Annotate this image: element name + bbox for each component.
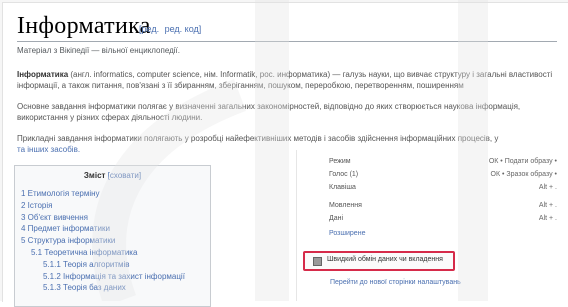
paragraph-3-line-1: Прикладні завдання інформатики полягають… <box>17 134 499 143</box>
toc-item[interactable]: 4 Предмет інформатики <box>21 223 185 235</box>
checkbox[interactable] <box>313 257 322 266</box>
paragraph-1-line-2: інформації, а також питання, пов'язані з… <box>17 81 464 90</box>
paragraph-2-line-2: використання у різних сферах діяльності … <box>17 113 203 122</box>
toc-title: Зміст [сховати] <box>15 171 210 180</box>
paragraph-3-line-2[interactable]: та інших засобів. <box>17 144 80 155</box>
term-bold: Інформатика <box>17 70 69 79</box>
toc-item[interactable]: 5.1.1 Теорія алгоритмів <box>21 259 185 271</box>
paragraph-text: (англ. informatics, computer science, ні… <box>68 70 553 79</box>
toc-item[interactable]: 5.1 Теоретична інформатика <box>21 247 185 259</box>
settings-value[interactable]: ОК • Зразок образу • <box>457 171 557 178</box>
toc-item[interactable]: 5.1.2 Інформація та захист інформації <box>21 271 185 283</box>
settings-value[interactable]: Alt + . <box>457 202 557 209</box>
settings-key: Режим <box>329 158 351 165</box>
title-row: Інформатика [ред. ред. код] <box>17 11 557 42</box>
highlighted-checkbox-row[interactable]: Швидкий обмін даних чи вкладення <box>303 251 455 271</box>
toc-hide-link[interactable]: [сховати] <box>108 171 141 180</box>
page-title: Інформатика <box>17 13 151 39</box>
toc-item[interactable]: 3 Об'єкт вивчення <box>21 212 185 224</box>
toc-item[interactable]: 5 Структура інформатики <box>21 235 185 247</box>
toc-list: 1 Етимологія терміну 2 Історія 3 Об'єкт … <box>21 188 185 294</box>
settings-key: Клавіша <box>329 184 356 191</box>
settings-key: Дані <box>329 215 344 222</box>
edit-link[interactable]: [ред. <box>139 24 159 34</box>
settings-value[interactable]: ОК • Подати образу • <box>457 158 557 165</box>
advanced-settings-link[interactable]: Розширене <box>329 230 365 237</box>
toc-item[interactable]: 2 Історія <box>21 200 185 212</box>
paragraph-1-line-1: Інформатика (англ. informatics, computer… <box>17 69 552 80</box>
settings-key: Голос (1) <box>329 171 359 178</box>
settings-value[interactable]: Alt + . <box>457 184 557 191</box>
paragraph-2-line-1: Основне завдання інформатики полягає у в… <box>17 102 521 111</box>
settings-key: Мовлення <box>329 202 362 209</box>
tagline: Матеріал з Вікіпедії — вільної енциклопе… <box>17 46 181 55</box>
settings-value[interactable]: Alt + . <box>457 215 557 222</box>
checkbox-label: Швидкий обмін даних чи вкладення <box>327 256 443 263</box>
table-of-contents: Зміст [сховати] 1 Етимологія терміну 2 І… <box>14 165 211 307</box>
toc-item[interactable]: 5.1.3 Теорія баз даних <box>21 282 185 294</box>
edit-links: [ред. ред. код] <box>139 24 204 34</box>
toc-heading: Зміст <box>83 171 106 180</box>
toc-item[interactable]: 1 Етимологія терміну <box>21 188 185 200</box>
open-settings-link[interactable]: Перейти до нової сторінки налаштувань <box>330 279 461 286</box>
edit-source-link[interactable]: ред. код] <box>165 24 202 34</box>
